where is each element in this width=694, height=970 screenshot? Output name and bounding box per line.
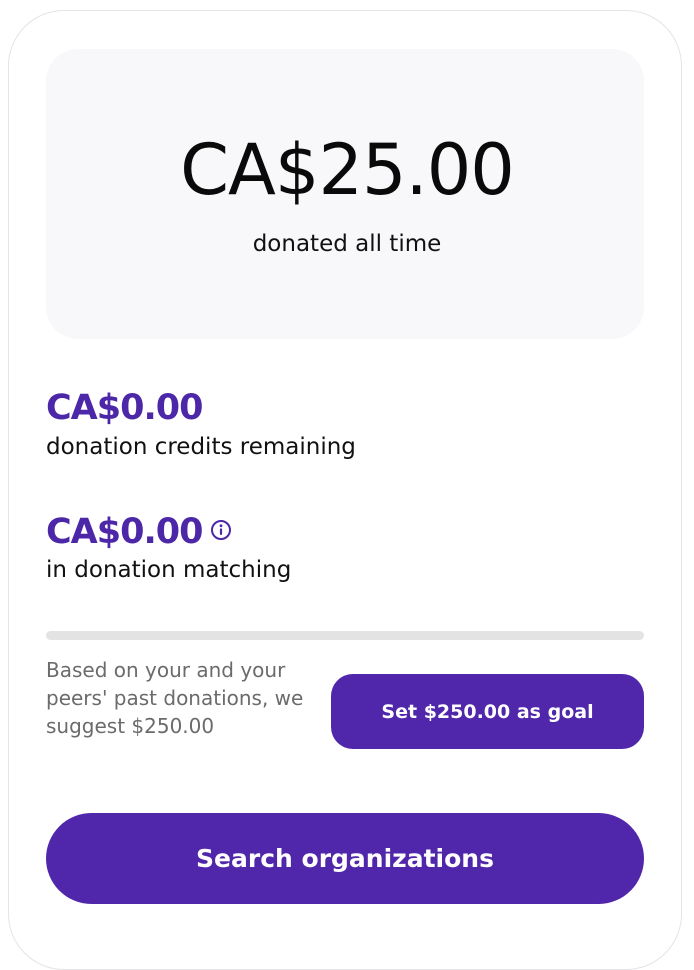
- matching-amount: CA$0.00: [46, 512, 203, 552]
- credits-amount: CA$0.00: [46, 388, 203, 428]
- matching-label: in donation matching: [46, 557, 292, 583]
- total-donated-amount: CA$25.00: [180, 129, 515, 211]
- goal-suggestion-text: Based on your and your peers' past donat…: [46, 658, 304, 738]
- info-circle-icon[interactable]: [210, 508, 232, 552]
- total-donated-label: donated all time: [252, 231, 442, 257]
- search-organizations-button[interactable]: Search organizations: [46, 813, 644, 904]
- credits-label: donation credits remaining: [46, 434, 356, 460]
- matching-amount-row: CA$0.00: [46, 510, 232, 554]
- set-goal-button[interactable]: Set $250.00 as goal: [331, 674, 644, 749]
- goal-progress-bar: [46, 631, 644, 640]
